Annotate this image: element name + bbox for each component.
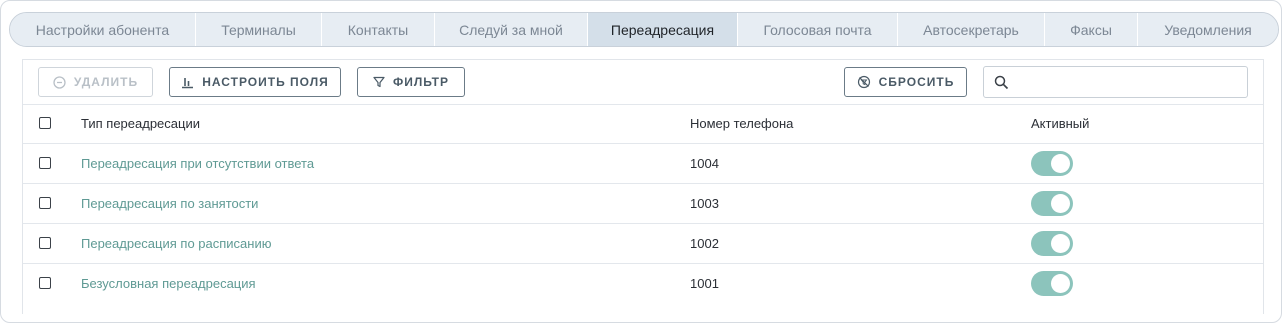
toolbar: Удалить Настроить поля Фильтр [23,60,1263,105]
toggle-knob [1051,194,1070,213]
active-toggle[interactable] [1031,271,1073,296]
tab-follow-me[interactable]: Следуй за мной [435,13,588,46]
table-row: Переадресация по занятости 1003 [23,184,1263,224]
minus-circle-icon [53,75,66,89]
tab-voicemail[interactable]: Голосовая почта [738,13,898,46]
row-checkbox[interactable] [39,197,51,209]
row-checkbox[interactable] [39,277,51,289]
select-all-checkbox[interactable] [39,117,51,129]
tab-bar: Настройки абонента Терминалы Контакты Сл… [9,12,1279,47]
main-window: Настройки абонента Терминалы Контакты Сл… [0,0,1282,323]
filter-icon [373,76,385,88]
active-toggle[interactable] [1031,191,1073,216]
delete-button[interactable]: Удалить [38,67,153,97]
tab-forwarding[interactable]: Переадресация [588,13,738,46]
forwarding-type-link[interactable]: Переадресация по занятости [81,184,258,223]
row-checkbox[interactable] [39,157,51,169]
column-header-active[interactable]: Активный [1031,105,1089,143]
forwarding-table-panel: Удалить Настроить поля Фильтр [22,59,1264,314]
forwarding-type-link[interactable]: Переадресация при отсутствии ответа [81,144,314,183]
forwarding-type-link[interactable]: Безусловная переадресация [81,264,256,303]
column-header-type[interactable]: Тип переадресации [81,105,200,143]
toggle-knob [1051,154,1070,173]
table-row: Переадресация при отсутствии ответа 1004 [23,144,1263,184]
table-row: Переадресация по расписанию 1002 [23,224,1263,264]
search-input[interactable] [1018,72,1242,94]
table-row: Безусловная переадресация 1001 [23,264,1263,303]
search-icon [994,75,1009,90]
tab-subscriber-settings[interactable]: Настройки абонента [10,13,196,46]
phone-number: 1002 [690,236,719,251]
delete-button-label: Удалить [73,75,139,89]
search-box [983,66,1248,98]
configure-fields-button-label: Настроить поля [202,75,329,89]
active-toggle[interactable] [1031,231,1073,256]
tab-terminals[interactable]: Терминалы [196,13,322,46]
columns-icon [182,77,194,88]
table-header: Тип переадресации Номер телефона Активны… [23,105,1263,144]
active-toggle[interactable] [1031,151,1073,176]
filter-button-label: Фильтр [392,75,450,89]
phone-number: 1003 [690,196,719,211]
filter-button[interactable]: Фильтр [357,67,465,97]
tab-contacts[interactable]: Контакты [322,13,435,46]
configure-fields-button[interactable]: Настроить поля [169,67,341,97]
toggle-knob [1051,234,1070,253]
forwarding-type-link[interactable]: Переадресация по расписанию [81,224,271,263]
tab-auto-attendant[interactable]: Автосекретарь [898,13,1045,46]
reset-button[interactable]: Сбросить [844,67,967,97]
filter-off-icon [857,75,870,89]
column-header-phone[interactable]: Номер телефона [690,105,793,143]
phone-number: 1001 [690,276,719,291]
reset-button-label: Сбросить [878,75,955,89]
tab-notifications[interactable]: Уведомления [1138,13,1278,46]
tab-faxes[interactable]: Факсы [1045,13,1138,46]
phone-number: 1004 [690,156,719,171]
toggle-knob [1051,274,1070,293]
row-checkbox[interactable] [39,237,51,249]
